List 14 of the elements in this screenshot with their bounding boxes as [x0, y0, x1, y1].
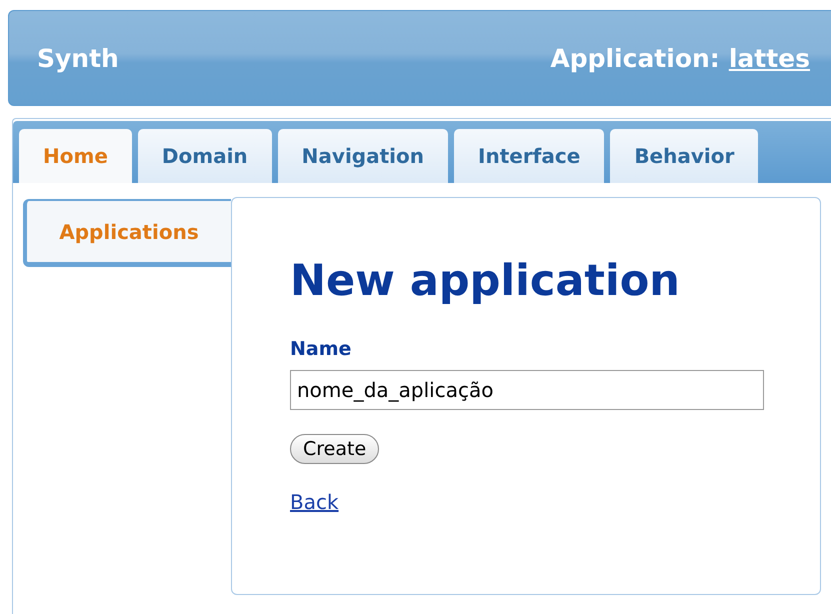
sidebar-item[interactable]: Applications	[23, 199, 231, 267]
nav-tab[interactable]: Navigation	[278, 129, 448, 183]
application-link[interactable]: lattes	[728, 44, 810, 72]
nav-tab[interactable]: Home	[19, 129, 132, 183]
page-heading: New application	[290, 256, 680, 306]
application-label: Application:	[550, 44, 720, 72]
nav-tab[interactable]: Behavior	[610, 129, 758, 183]
back-link[interactable]: Back	[290, 490, 339, 514]
name-field[interactable]: nome_da_aplicação	[290, 370, 764, 410]
app-title: Synth	[37, 44, 119, 72]
nav-tab[interactable]: Interface	[454, 129, 604, 183]
field-label: Name	[290, 338, 352, 360]
nav-tab[interactable]: Domain	[138, 129, 272, 183]
create-button[interactable]: Create	[290, 434, 380, 464]
